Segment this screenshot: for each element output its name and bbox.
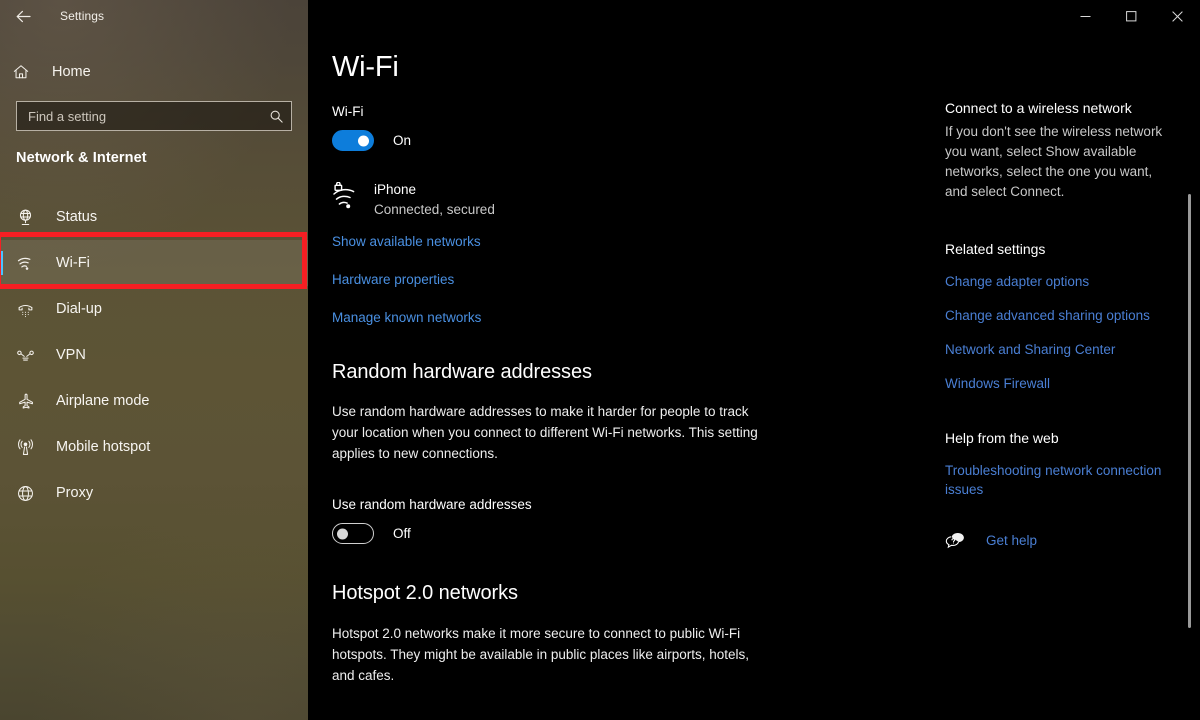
toggle-knob bbox=[337, 528, 348, 539]
settings-column: Wi-Fi On iPhone Connected, secured Show … bbox=[332, 104, 782, 720]
connect-body: If you don't see the wireless network yo… bbox=[945, 124, 1163, 199]
random-hardware-toggle-label: Use random hardware addresses bbox=[332, 497, 532, 512]
link-hardware-properties-row: Hardware properties bbox=[332, 271, 782, 289]
get-help-row[interactable]: Get help bbox=[945, 532, 1177, 549]
link-network-and-sharing-center[interactable]: Network and Sharing Center bbox=[945, 340, 1177, 359]
random-hardware-toggle-state: Off bbox=[393, 526, 411, 541]
connected-network[interactable]: iPhone Connected, secured bbox=[332, 181, 782, 219]
sidebar-item-home[interactable]: Home bbox=[12, 57, 292, 87]
settings-window: Settings Home Find a setting Network & I… bbox=[0, 0, 1200, 720]
status-globe-icon bbox=[16, 208, 42, 227]
wifi-toggle-state: On bbox=[393, 133, 412, 148]
help-from-web-heading: Help from the web bbox=[945, 430, 1059, 446]
minimize-icon[interactable] bbox=[1062, 0, 1108, 32]
network-name: iPhone bbox=[374, 182, 417, 197]
airplane-icon bbox=[16, 392, 42, 411]
vpn-icon bbox=[16, 346, 42, 365]
app-title: Settings bbox=[60, 9, 105, 23]
wifi-secured-icon bbox=[332, 181, 366, 217]
content-scrollbar[interactable] bbox=[1187, 96, 1197, 720]
wifi-toggle-row: On bbox=[332, 130, 782, 151]
network-status: Connected, secured bbox=[374, 202, 495, 217]
search-input[interactable] bbox=[17, 108, 261, 124]
wifi-toggle[interactable] bbox=[332, 130, 374, 151]
wifi-icon bbox=[16, 254, 42, 273]
random-hardware-toggle[interactable] bbox=[332, 523, 374, 544]
sidebar-home-label: Home bbox=[52, 64, 91, 80]
get-help-chat-icon bbox=[945, 532, 969, 549]
network-texts: iPhone Connected, secured bbox=[374, 181, 495, 219]
sidebar-item-status-label: Status bbox=[56, 209, 98, 225]
link-show-available-networks[interactable]: Show available networks bbox=[332, 233, 481, 250]
home-icon bbox=[12, 63, 40, 81]
sidebar-item-dial-up[interactable]: Dial-up bbox=[0, 286, 308, 332]
dial-up-phone-icon bbox=[16, 300, 42, 319]
scrollbar-thumb[interactable] bbox=[1188, 194, 1191, 628]
random-hardware-toggle-row: Off bbox=[332, 523, 782, 544]
sidebar-item-wifi[interactable]: Wi-Fi bbox=[0, 240, 308, 286]
wifi-toggle-label: Wi-Fi bbox=[332, 104, 364, 119]
sidebar-item-airplane-mode-label: Airplane mode bbox=[56, 393, 150, 409]
sidebar-category-title: Network & Internet bbox=[16, 150, 147, 166]
hotspot-heading: Hotspot 2.0 networks bbox=[332, 582, 518, 604]
sidebar-item-mobile-hotspot-label: Mobile hotspot bbox=[56, 439, 151, 455]
close-icon[interactable] bbox=[1154, 0, 1200, 32]
right-info-panel: Connect to a wireless network If you don… bbox=[945, 100, 1177, 549]
sidebar-item-dial-up-label: Dial-up bbox=[56, 301, 102, 317]
back-arrow-icon[interactable] bbox=[0, 0, 46, 32]
sidebar-item-proxy[interactable]: Proxy bbox=[0, 470, 308, 516]
maximize-icon[interactable] bbox=[1108, 0, 1154, 32]
get-help-link[interactable]: Get help bbox=[986, 533, 1037, 548]
sidebar-item-vpn-label: VPN bbox=[56, 347, 86, 363]
link-hardware-properties[interactable]: Hardware properties bbox=[332, 271, 454, 288]
sidebar-item-proxy-label: Proxy bbox=[56, 485, 94, 501]
main-content: Wi-Fi Wi-Fi On iPhone Connected, secured… bbox=[308, 32, 1200, 720]
search-box[interactable] bbox=[16, 101, 292, 131]
link-troubleshooting-network-connection-issues[interactable]: Troubleshooting network connection issue… bbox=[945, 461, 1177, 499]
search-icon[interactable] bbox=[261, 109, 291, 124]
sidebar-item-status[interactable]: Status bbox=[0, 194, 308, 240]
sidebar-nav-list: Status Wi-Fi Dial-up VPN Airplane mode M… bbox=[0, 194, 308, 516]
link-change-adapter-options[interactable]: Change adapter options bbox=[945, 272, 1177, 291]
connect-heading: Connect to a wireless network bbox=[945, 100, 1132, 116]
toggle-knob bbox=[358, 135, 369, 146]
random-hardware-heading: Random hardware addresses bbox=[332, 361, 592, 383]
sidebar-item-vpn[interactable]: VPN bbox=[0, 332, 308, 378]
mobile-hotspot-icon bbox=[16, 438, 42, 457]
link-change-advanced-sharing-options[interactable]: Change advanced sharing options bbox=[945, 306, 1177, 325]
link-show-available-networks-row: Show available networks bbox=[332, 233, 782, 251]
page-title: Wi-Fi bbox=[332, 51, 399, 83]
hotspot-body: Hotspot 2.0 networks make it more secure… bbox=[332, 626, 749, 683]
related-settings-heading: Related settings bbox=[945, 241, 1046, 257]
link-windows-firewall[interactable]: Windows Firewall bbox=[945, 374, 1177, 393]
link-manage-known-networks-row: Manage known networks bbox=[332, 309, 782, 327]
navigation-sidebar: Settings Home Find a setting Network & I… bbox=[0, 0, 308, 720]
window-controls bbox=[308, 0, 1200, 32]
titlebar-left: Settings bbox=[0, 0, 308, 32]
sidebar-item-airplane-mode[interactable]: Airplane mode bbox=[0, 378, 308, 424]
random-hardware-body: Use random hardware addresses to make it… bbox=[332, 404, 758, 461]
link-manage-known-networks[interactable]: Manage known networks bbox=[332, 309, 481, 326]
proxy-globe-icon bbox=[16, 484, 42, 503]
sidebar-item-wifi-label: Wi-Fi bbox=[56, 255, 90, 271]
sidebar-item-mobile-hotspot[interactable]: Mobile hotspot bbox=[0, 424, 308, 470]
